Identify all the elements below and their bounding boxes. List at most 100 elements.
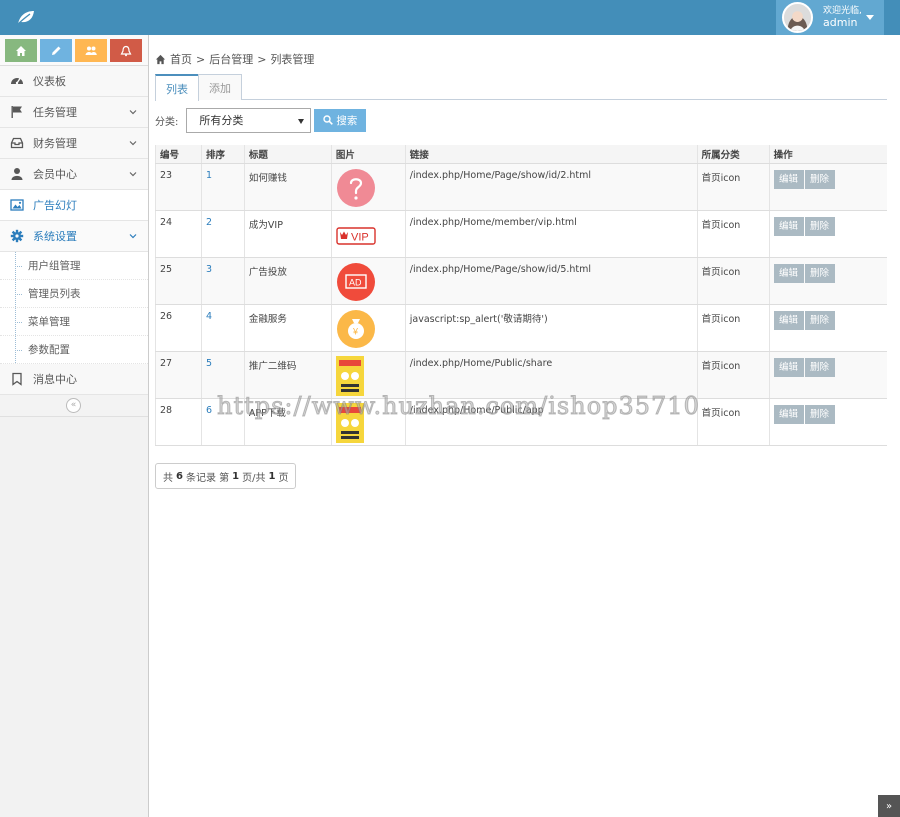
- sidebar-item-tasks[interactable]: 任务管理: [0, 97, 148, 128]
- sidebar-item-label: 仪表板: [33, 75, 66, 88]
- sidebar-item-finance[interactable]: 财务管理: [0, 128, 148, 159]
- cell-id: 26: [155, 304, 202, 352]
- main-content: 首页 > 后台管理 > 列表管理 列表 添加 分类: 所有分类 搜索 编号 排序…: [149, 35, 900, 817]
- edit-button[interactable]: 编辑: [773, 404, 804, 424]
- cell-id: 25: [155, 257, 202, 305]
- tab-bar: 列表 添加: [155, 74, 887, 101]
- flag-icon: [11, 106, 22, 118]
- pager-text: 共: [163, 472, 173, 484]
- username: admin: [823, 16, 858, 29]
- sidebar-item-label: 任务管理: [33, 106, 77, 119]
- sidebar-item-dashboard[interactable]: 仪表板: [0, 66, 148, 97]
- tab-add[interactable]: 添加: [198, 74, 242, 100]
- delete-button[interactable]: 删除: [804, 310, 835, 330]
- search-button-label: 搜索: [336, 114, 358, 127]
- top-navbar: 欢迎光临, admin: [0, 0, 900, 35]
- search-button[interactable]: 搜索: [314, 108, 367, 132]
- pager-total: 6: [176, 470, 183, 482]
- home-shortcut-button[interactable]: [5, 39, 37, 62]
- cell-id: 28: [155, 398, 202, 446]
- submenu-item-admins[interactable]: 管理员列表: [0, 280, 148, 308]
- cell-link: /index.php/Home/Page/show/id/5.html: [404, 257, 698, 305]
- tab-list[interactable]: 列表: [155, 74, 199, 101]
- breadcrumb-separator: >: [196, 52, 206, 66]
- breadcrumb-backend[interactable]: 后台管理: [209, 51, 253, 67]
- cell-id: 24: [155, 210, 202, 258]
- question-icon: [336, 168, 375, 207]
- home-icon: [155, 54, 166, 64]
- edit-button[interactable]: 编辑: [773, 263, 804, 283]
- cell-link: /index.php/Home/member/vip.html: [404, 210, 698, 258]
- cell-sort: 1: [200, 163, 245, 211]
- sidebar-item-label: 消息中心: [33, 373, 77, 386]
- edit-button[interactable]: 编辑: [773, 169, 804, 189]
- breadcrumb-home[interactable]: 首页: [170, 51, 192, 67]
- pager-pages: 1: [268, 470, 276, 482]
- search-icon: [323, 115, 334, 125]
- submenu-item-menus[interactable]: 菜单管理: [0, 308, 148, 336]
- users-shortcut-button[interactable]: [75, 39, 107, 62]
- submenu-item-user-groups[interactable]: 用户组管理: [0, 252, 148, 280]
- edit-button[interactable]: 编辑: [773, 310, 804, 330]
- delete-button[interactable]: 删除: [804, 263, 835, 283]
- cell-title: 推广二维码: [243, 351, 332, 399]
- sidebar-item-messages[interactable]: 消息中心: [0, 364, 148, 395]
- category-select[interactable]: 所有分类: [186, 107, 312, 133]
- sidebar-item-members[interactable]: 会员中心: [0, 159, 148, 190]
- chevron-down-icon: [129, 234, 137, 239]
- cell-link: /index.php/Home/Page/show/id/2.html: [404, 163, 698, 211]
- picture-icon: [10, 199, 24, 211]
- edit-button[interactable]: 编辑: [773, 357, 804, 377]
- bookmark-icon: [12, 372, 22, 386]
- delete-button[interactable]: 删除: [804, 357, 835, 377]
- table-header-row: 编号 排序 标题 图片 链接 所属分类 操作: [155, 145, 887, 164]
- vip-icon: VIP: [336, 226, 376, 245]
- bell-shortcut-button[interactable]: [110, 39, 142, 62]
- column-header: 链接: [404, 145, 698, 164]
- scroll-to-top-button[interactable]: »: [878, 795, 900, 817]
- dashboard-icon: [11, 78, 23, 85]
- delete-button[interactable]: 删除: [804, 169, 835, 189]
- user-icon: [11, 168, 23, 180]
- table-row: 25 3 广告投放 AD /index.php/Home/Page/show/i…: [155, 257, 887, 305]
- breadcrumb-current: 列表管理: [270, 53, 315, 66]
- cell-link: javascript:sp_alert('敬请期待'): [404, 304, 698, 352]
- leaf-icon[interactable]: [16, 9, 36, 26]
- cell-title: 如何赚钱: [243, 163, 332, 211]
- cell-category: 首页icon: [696, 257, 770, 305]
- pagination-info: 共 6 条记录 第 1 页/共 1 页: [155, 463, 297, 489]
- svg-text:¥: ¥: [352, 326, 359, 336]
- cell-category: 首页icon: [696, 163, 770, 211]
- submenu-item-params[interactable]: 参数配置: [0, 336, 148, 364]
- sidebar: 仪表板 任务管理 财务管理 会员中心 广告幻灯 系统设置 用户组管理 管理员列表…: [0, 35, 149, 817]
- gear-icon: [10, 229, 24, 243]
- table-row: 23 1 如何赚钱 /index.php/Home/Page/show/id/2…: [155, 163, 887, 211]
- cell-category: 首页icon: [696, 351, 770, 399]
- pencil-shortcut-button[interactable]: [40, 39, 72, 62]
- pager-text: 页/共: [242, 472, 266, 484]
- column-header: 编号: [155, 145, 202, 164]
- column-header: 操作: [768, 145, 887, 164]
- ad-icon: AD: [336, 262, 375, 301]
- sidebar-item-system[interactable]: 系统设置: [0, 221, 148, 252]
- sidebar-item-label: 财务管理: [33, 137, 77, 150]
- column-header: 标题: [243, 145, 332, 164]
- edit-button[interactable]: 编辑: [773, 216, 804, 236]
- delete-button[interactable]: 删除: [804, 216, 835, 236]
- column-header: 所属分类: [696, 145, 770, 164]
- user-menu[interactable]: 欢迎光临, admin: [776, 0, 884, 35]
- double-chevron-left-icon[interactable]: «: [66, 398, 81, 413]
- cell-sort: 3: [200, 257, 245, 305]
- watermark: https://www.huzhan.com/ishop35710: [217, 392, 700, 421]
- column-header: 排序: [200, 145, 245, 164]
- cell-sort: 4: [200, 304, 245, 352]
- chevron-down-icon: [129, 172, 137, 177]
- sidebar-item-ads[interactable]: 广告幻灯: [0, 190, 148, 221]
- bell-icon: [120, 45, 132, 56]
- table-row: 27 5 推广二维码 /index.php/Home/Public/share …: [155, 351, 887, 399]
- delete-button[interactable]: 删除: [804, 404, 835, 424]
- cell-sort: 2: [200, 210, 245, 258]
- category-label: 分类:: [155, 116, 179, 128]
- caret-down-icon: [298, 118, 305, 124]
- pencil-icon: [52, 46, 61, 55]
